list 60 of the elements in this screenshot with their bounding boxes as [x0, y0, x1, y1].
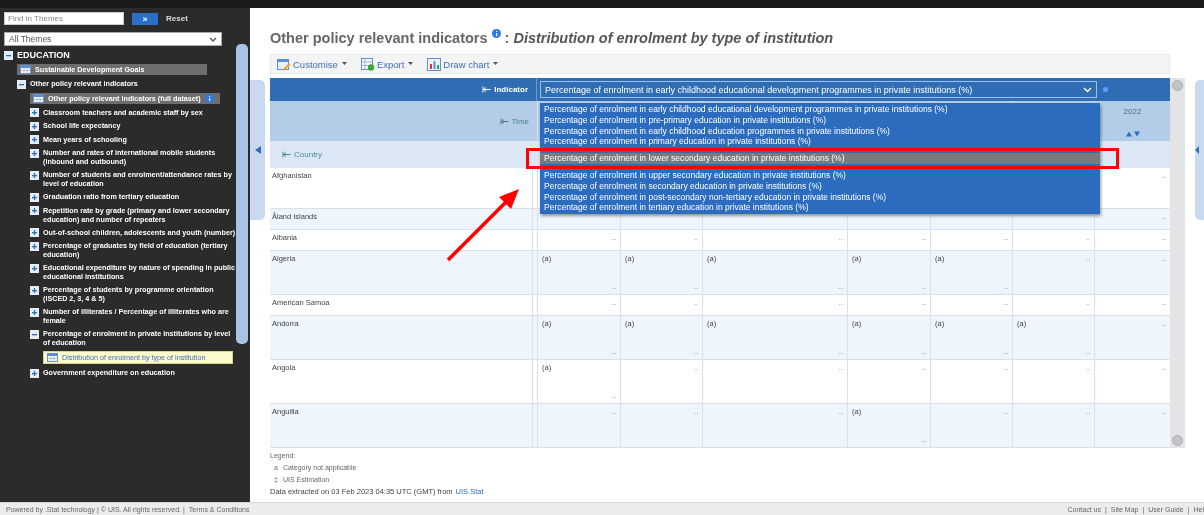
table-icon	[47, 353, 58, 362]
expand-icon[interactable]	[30, 121, 39, 131]
table-icon	[20, 65, 31, 74]
expand-icon[interactable]	[30, 170, 39, 180]
triangle-left-icon	[254, 146, 261, 154]
arrow-bar-icon[interactable]	[499, 117, 509, 125]
dropdown-option[interactable]: Percentage of enrolment in tertiary education in private institutions (%)	[540, 202, 1100, 214]
scrollbar[interactable]	[1170, 78, 1185, 448]
sheet-icon	[360, 57, 375, 71]
dropdown-option[interactable]: Percentage of enrolment in post-secondary non-tertiary education in private institutions (%)	[540, 191, 1100, 203]
dropdown-option[interactable]: Percentage of enrolment in lower secondary education in private institutions (%)	[540, 153, 1100, 164]
reset-link[interactable]: Reset	[166, 14, 188, 23]
chevron-down-icon	[209, 36, 217, 42]
chart-icon	[427, 57, 442, 71]
info-icon[interactable]	[204, 93, 214, 103]
search-button[interactable]: »	[132, 12, 158, 25]
time-heading: Time	[511, 116, 529, 126]
scrollbar[interactable]	[236, 44, 248, 344]
indicator-heading: Indicator	[494, 85, 528, 94]
dropdown-option[interactable]: Percentage of enrolment in early childhood education programmes in private institutions (%)	[540, 125, 1100, 137]
info-icon[interactable]	[491, 29, 501, 38]
dropdown-option[interactable]: Percentage of enrolment in secondary education in private institutions (%)	[540, 180, 1100, 192]
expand-icon[interactable]	[30, 368, 39, 378]
dropdown-option[interactable]: Percentage of enrolment in primary education in private institutions (%)	[540, 136, 1100, 148]
collapse-icon[interactable]	[30, 329, 39, 339]
tree-item[interactable]: EDUCATION	[17, 50, 236, 60]
expand-icon[interactable]	[30, 263, 39, 273]
table-icon	[33, 93, 44, 103]
expand-icon[interactable]	[30, 241, 39, 251]
scroll-thumb-icon[interactable]	[1172, 435, 1183, 446]
expand-icon[interactable]	[30, 307, 39, 317]
expand-icon[interactable]	[30, 285, 39, 295]
page-title: Other policy relevant indicators	[270, 30, 488, 46]
scroll-thumb-icon[interactable]	[1172, 80, 1183, 91]
info-dot-icon[interactable]	[1103, 87, 1108, 92]
caret-icon	[339, 61, 349, 67]
column-header: 2022	[1123, 107, 1142, 116]
collapse-icon[interactable]	[4, 50, 13, 60]
chart-button[interactable]: Draw chart	[427, 57, 501, 71]
search-field[interactable]: Find in Themes	[4, 12, 124, 25]
indicator-dropdown[interactable]: Percentage of enrolment in early childhood educational development programmes in private institutions (%)	[540, 81, 1097, 98]
export-button[interactable]: Export	[360, 57, 416, 71]
chevron-down-icon	[1083, 86, 1092, 93]
triangle-left-icon	[1195, 146, 1199, 154]
expand-icon[interactable]	[30, 148, 39, 158]
dropdown-option[interactable]: Percentage of enrolment in early childhood educational development programmes in private institutions (%)	[540, 104, 1100, 115]
arrow-bar-icon[interactable]	[282, 151, 291, 158]
expand-icon[interactable]	[30, 192, 39, 202]
dropdown-option[interactable]: Percentage of enrolment in pre-primary education in private institutions (%)	[540, 114, 1100, 126]
customise-button[interactable]: Customise	[277, 57, 349, 71]
window-pencil-icon	[277, 57, 291, 71]
sort-arrows-icon[interactable]	[1125, 131, 1140, 137]
country-heading: Country	[294, 150, 322, 159]
theme-dropdown[interactable]: All Themes	[4, 32, 222, 46]
title-separator: :	[504, 30, 510, 46]
caret-icon	[406, 61, 416, 67]
caret-icon	[491, 61, 501, 67]
dropdown-option[interactable]: Percentage of enrolment in upper secondary education in private institutions (%)	[540, 170, 1100, 181]
collapse-icon[interactable]	[17, 79, 26, 89]
page-subtitle: Distribution of enrolment by type of institution	[513, 30, 834, 46]
